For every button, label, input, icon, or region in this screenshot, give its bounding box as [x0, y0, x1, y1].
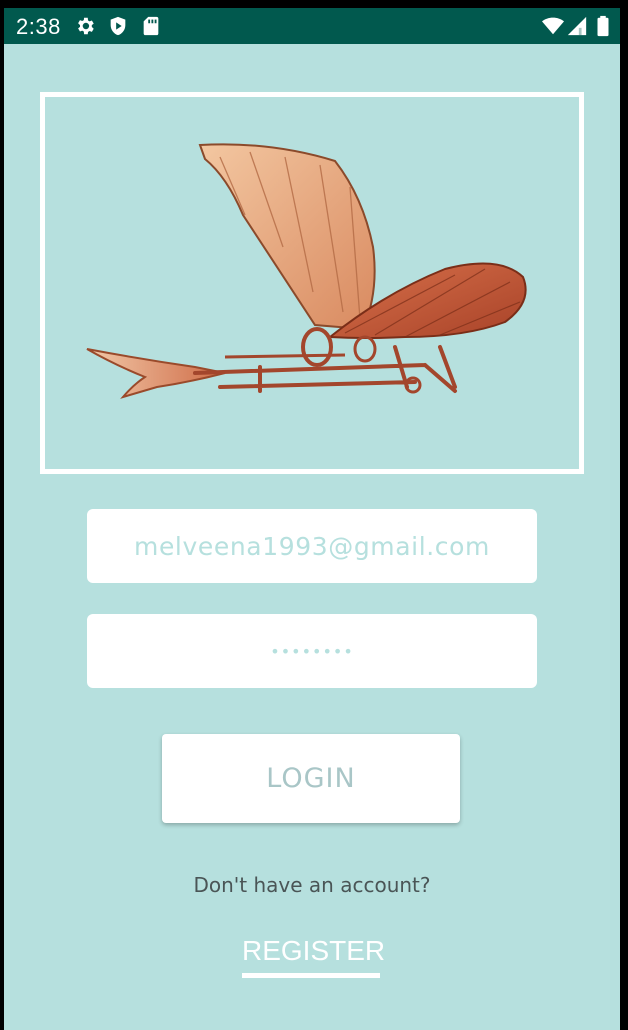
- email-field[interactable]: [87, 509, 537, 583]
- battery-icon: [592, 15, 614, 37]
- device-frame: 2:38 melveena1993@gmail.com •••••••• LOG…: [0, 0, 628, 1030]
- no-account-text: Don't have an account?: [193, 873, 431, 897]
- password-field[interactable]: [87, 614, 537, 688]
- status-time: 2:38: [16, 14, 61, 39]
- login-screen: LOGIN Don't have an account? REGISTER: [4, 44, 620, 1030]
- play-shield-icon: [107, 15, 129, 37]
- register-link[interactable]: REGISTER: [242, 935, 385, 978]
- sd-card-icon: [140, 15, 162, 37]
- gear-icon: [74, 15, 96, 37]
- ornithopter-image: [86, 143, 527, 399]
- status-bar: 2:38: [4, 8, 620, 44]
- login-button[interactable]: LOGIN: [162, 734, 460, 823]
- ornithopter-logo: [40, 92, 584, 474]
- signal-icon: [566, 15, 588, 37]
- wifi-icon: [542, 15, 564, 37]
